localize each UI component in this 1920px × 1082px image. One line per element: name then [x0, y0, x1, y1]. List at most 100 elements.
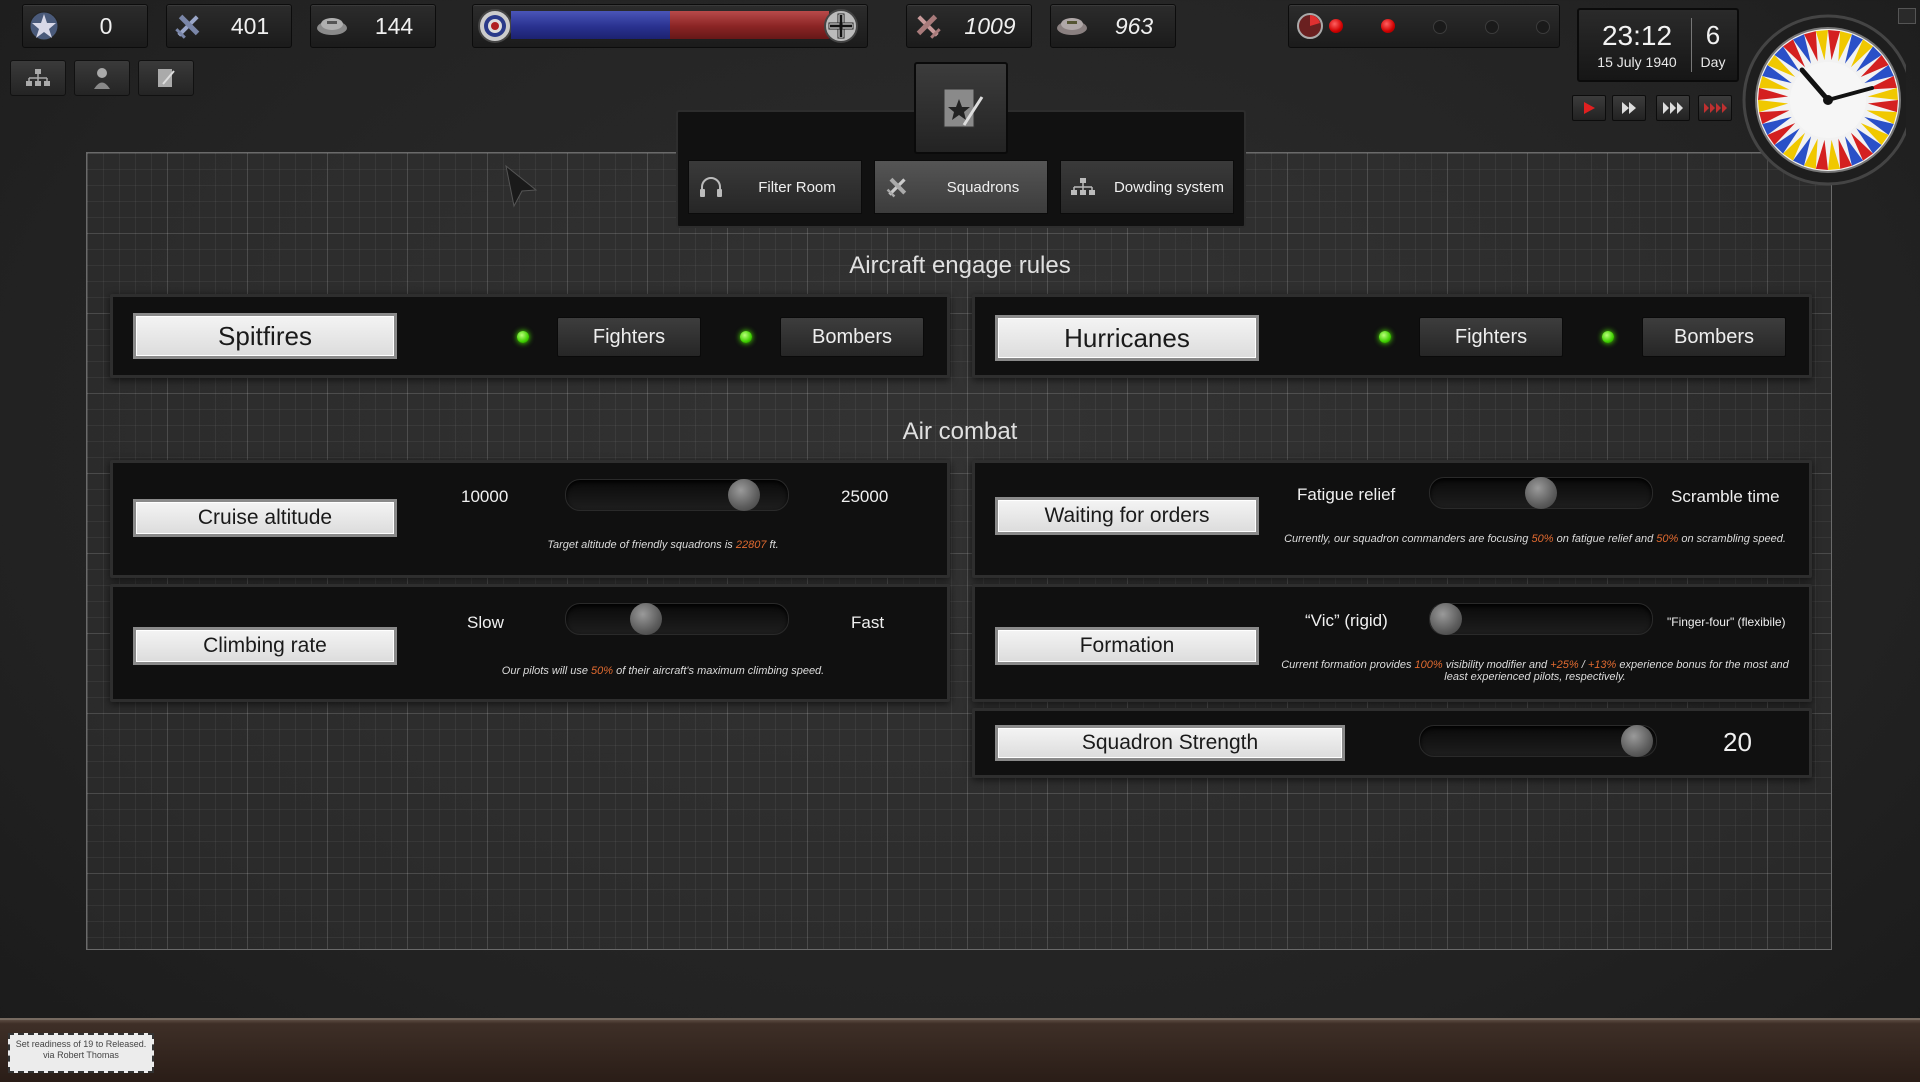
- day-label: Day: [1700, 54, 1726, 70]
- scramble-time-label: Scramble time: [1671, 487, 1780, 506]
- squadron-strength-value: 20: [1723, 727, 1752, 757]
- sector-clock: [1742, 6, 1914, 190]
- waiting-orders-label: Waiting for orders: [995, 497, 1259, 535]
- luftwaffe-cross-icon: [823, 8, 859, 44]
- hurricanes-bombers-button[interactable]: Bombers: [1642, 317, 1786, 357]
- tab-dowding-system[interactable]: Dowding system: [1060, 160, 1234, 214]
- message-note[interactable]: Set readiness of 19 to Released. via Rob…: [8, 1033, 154, 1073]
- enemy-aircraft-counter: 1009: [906, 4, 1032, 48]
- menu-corner-icon[interactable]: [1898, 8, 1916, 24]
- fast-forward-icon: [1622, 102, 1636, 114]
- pilot-icon: [94, 68, 110, 89]
- cruise-altitude-panel: Cruise altitude 10000 25000 Target altit…: [110, 460, 950, 578]
- current-date: 15 July 1940: [1597, 54, 1677, 70]
- formation-panel: Formation “Vic” (rigid) "Finger-four" (f…: [972, 584, 1812, 702]
- alert-led-4: [1485, 20, 1499, 34]
- climbing-rate-label: Climbing rate: [133, 627, 397, 665]
- orders-button[interactable]: [138, 60, 194, 96]
- squadron-strength-slider[interactable]: [1419, 725, 1657, 757]
- waiting-orders-slider[interactable]: [1429, 477, 1653, 509]
- hurricanes-label: Hurricanes: [995, 315, 1259, 361]
- radar-alert-icon[interactable]: [1295, 11, 1325, 41]
- tab-filter-room-label: Filter Room: [758, 178, 836, 196]
- play-button[interactable]: [1572, 95, 1606, 121]
- alert-led-5: [1536, 20, 1550, 34]
- squadron-strength-knob[interactable]: [1621, 725, 1654, 757]
- star-document-icon: [943, 88, 984, 128]
- balance-track: [511, 11, 829, 39]
- medals-counter: 0: [22, 4, 148, 48]
- spitfires-fighters-led: [517, 331, 529, 343]
- spitfires-engage-panel: Spitfires Fighters Bombers: [110, 294, 950, 378]
- tab-filter-room[interactable]: Filter Room: [688, 160, 862, 214]
- mouse-cursor: [504, 164, 538, 215]
- current-time: 23:12: [1601, 20, 1673, 51]
- cruise-min-label: 10000: [461, 487, 509, 506]
- waiting-orders-panel: Waiting for orders Fatigue relief Scramb…: [972, 460, 1812, 578]
- fastest-forward-button[interactable]: [1698, 95, 1732, 121]
- headphones-icon: [689, 175, 733, 199]
- balance-enemy-fill: [670, 11, 829, 39]
- squadron-strength-label: Squadron Strength: [995, 725, 1345, 761]
- balance-allied-fill: [511, 11, 670, 39]
- enemy-plane-icon: [907, 5, 949, 47]
- pilot-button[interactable]: [74, 60, 130, 96]
- squadron-orders-badge: [914, 62, 1008, 154]
- enemy-pilot-cap-icon: [1051, 5, 1093, 47]
- hurricanes-bombers-led: [1602, 331, 1614, 343]
- waiting-orders-note: Currently, our squadron commanders are f…: [1284, 533, 1786, 545]
- balance-bar: [472, 4, 868, 48]
- time-divider: [1691, 18, 1692, 72]
- climb-min-label: Slow: [467, 613, 504, 632]
- alert-indicators: [1288, 4, 1560, 48]
- finger-four-label: "Finger-four" (flexibile): [1667, 615, 1786, 629]
- formation-slider[interactable]: [1429, 603, 1653, 635]
- fatigue-relief-label: Fatigue relief: [1297, 485, 1396, 504]
- faster-forward-icon: [1663, 102, 1683, 114]
- raf-roundel-icon: [477, 8, 513, 44]
- pilots-counter: 144: [310, 4, 436, 48]
- air-combat-title: Air combat: [902, 418, 1018, 445]
- faster-forward-button[interactable]: [1656, 95, 1690, 121]
- cruise-altitude-slider[interactable]: [565, 479, 789, 511]
- formation-label: Formation: [995, 627, 1259, 665]
- fighter-plane-icon: [167, 5, 209, 47]
- tab-dowding-label: Dowding system: [1113, 178, 1225, 196]
- tab-squadrons[interactable]: Squadrons: [874, 160, 1048, 214]
- tab-squadrons-label: Squadrons: [946, 178, 1020, 196]
- spitfires-label: Spitfires: [133, 313, 397, 359]
- hurricanes-fighters-button[interactable]: Fighters: [1419, 317, 1563, 357]
- alert-led-3: [1433, 20, 1447, 34]
- climbing-rate-slider[interactable]: [565, 603, 789, 635]
- spitfires-bombers-led: [740, 331, 752, 343]
- spitfires-fighters-button[interactable]: Fighters: [557, 317, 701, 357]
- day-number: 6: [1705, 20, 1721, 50]
- climb-max-label: Fast: [851, 613, 885, 632]
- plane-icon: [875, 174, 919, 200]
- fast-forward-button[interactable]: [1612, 95, 1646, 121]
- hierarchy-icon: [26, 69, 50, 86]
- vic-formation-label: “Vic” (rigid): [1305, 611, 1388, 630]
- formation-knob[interactable]: [1430, 603, 1462, 635]
- bottom-bar: [0, 1018, 1920, 1082]
- hierarchy-icon: [1061, 177, 1105, 197]
- spitfires-bombers-button[interactable]: Bombers: [780, 317, 924, 357]
- climbing-rate-knob[interactable]: [629, 603, 662, 635]
- fastest-forward-icon: [1704, 103, 1727, 113]
- document-icon: [158, 69, 175, 87]
- waiting-orders-knob[interactable]: [1525, 477, 1557, 509]
- squadron-strength-panel: Squadron Strength 20: [972, 708, 1812, 778]
- play-icon: [1584, 102, 1595, 114]
- cruise-altitude-label: Cruise altitude: [133, 499, 397, 537]
- cruise-max-label: 25000: [841, 487, 889, 506]
- star-medal-icon: [23, 5, 65, 47]
- hurricanes-fighters-led: [1379, 331, 1391, 343]
- climbing-rate-note: Our pilots will use 50% of their aircraf…: [501, 665, 825, 677]
- time-display: 23:12 15 July 1940 6 Day: [1577, 8, 1739, 82]
- cruise-altitude-knob[interactable]: [727, 479, 760, 511]
- enemy-pilots-counter: 963: [1050, 4, 1176, 48]
- formation-note: Current formation provides 100% visibili…: [1281, 659, 1789, 683]
- fighters-counter: 401: [166, 4, 292, 48]
- hierarchy-button[interactable]: [10, 60, 66, 96]
- alert-led-2: [1381, 19, 1395, 33]
